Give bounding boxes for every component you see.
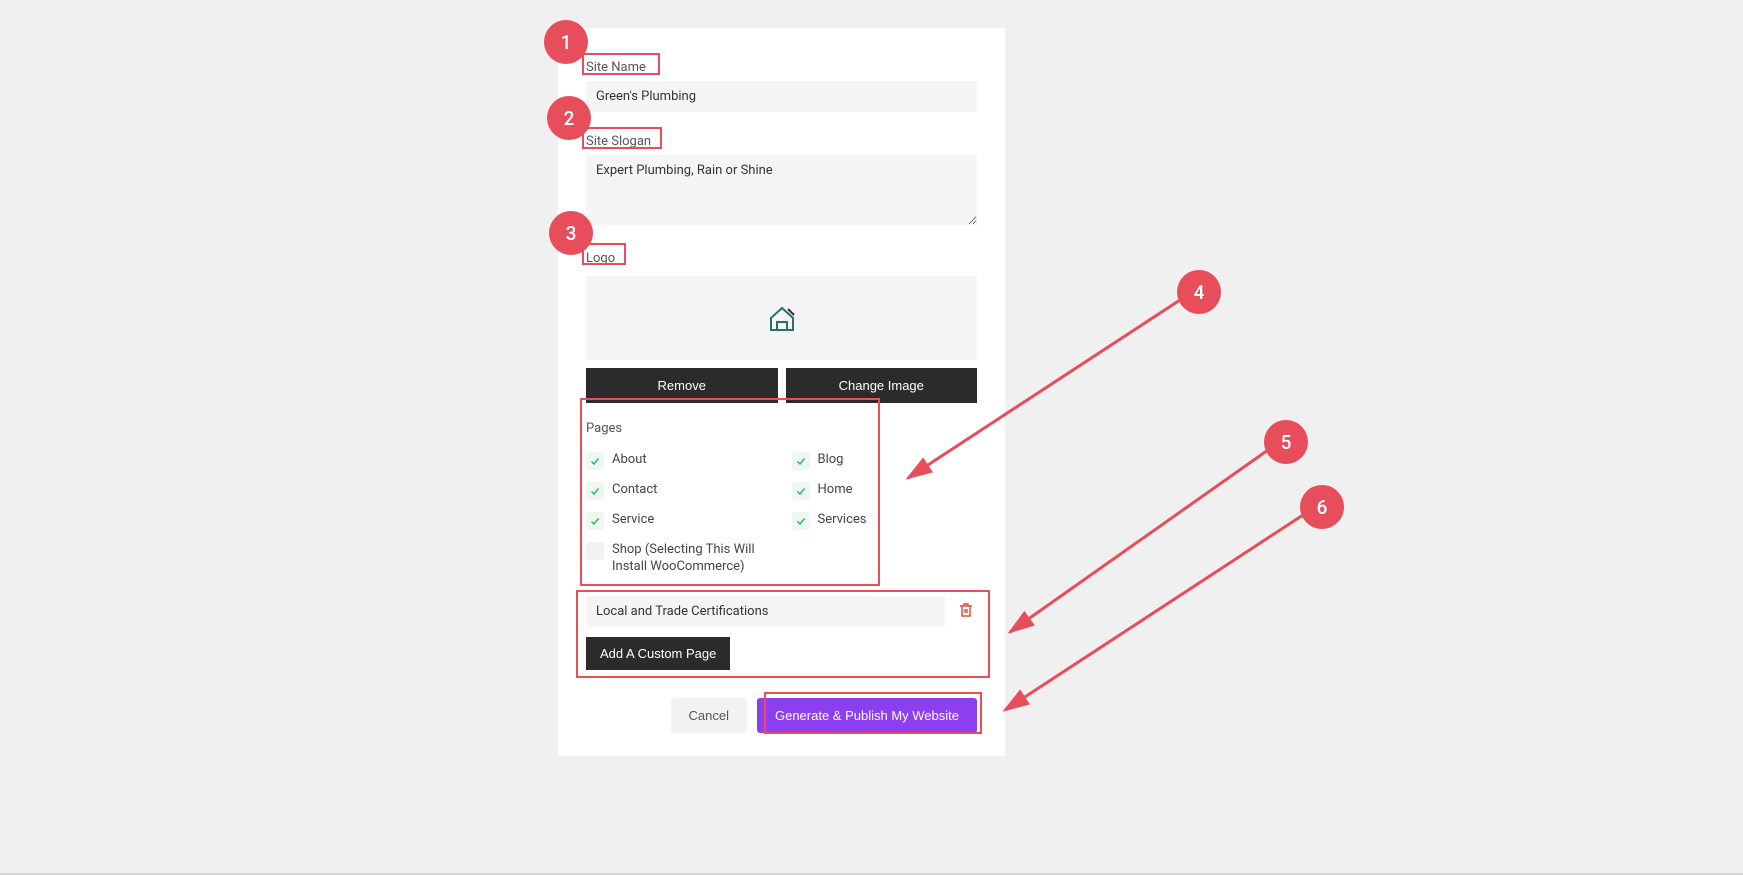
anno-num-3: 3 xyxy=(566,222,577,245)
page-label-contact: Contact xyxy=(612,482,657,499)
anno-num-1: 1 xyxy=(561,31,572,54)
site-slogan-block: Site Slogan xyxy=(586,130,977,229)
trash-icon xyxy=(959,602,973,618)
site-name-input[interactable] xyxy=(586,81,977,112)
logo-button-row: Remove Change Image xyxy=(586,368,977,403)
anno-num-2: 2 xyxy=(564,107,575,130)
page-label-home: Home xyxy=(818,482,853,499)
page-checkbox-home[interactable] xyxy=(792,482,810,500)
custom-page-input[interactable] xyxy=(586,596,945,627)
page-label-shop: Shop (Selecting This Will Install WooCom… xyxy=(612,542,772,576)
logo-preview xyxy=(586,276,977,360)
page-checkbox-shop[interactable] xyxy=(586,542,604,560)
cancel-button[interactable]: Cancel xyxy=(671,698,747,733)
page-checkbox-contact[interactable] xyxy=(586,482,604,500)
page-checkbox-about[interactable] xyxy=(586,452,604,470)
site-name-label: Site Name xyxy=(586,60,646,75)
page-checkbox-service[interactable] xyxy=(586,512,604,530)
page-label-about: About xyxy=(612,452,647,469)
page-checkbox-blog[interactable] xyxy=(792,452,810,470)
anno-circle-3: 3 xyxy=(549,211,593,255)
page-item-about: About xyxy=(586,452,772,470)
page-label-service: Service xyxy=(612,512,654,529)
pages-grid: About Blog Contact Home Service Services xyxy=(586,452,977,576)
anno-num-6: 6 xyxy=(1317,496,1328,519)
page-checkbox-services[interactable] xyxy=(792,512,810,530)
house-logo-icon xyxy=(767,304,797,332)
anno-circle-6: 6 xyxy=(1300,485,1344,529)
page-item-services: Services xyxy=(792,512,978,530)
anno-num-4: 4 xyxy=(1194,281,1205,304)
check-icon xyxy=(589,515,601,527)
check-icon xyxy=(795,455,807,467)
anno-num-5: 5 xyxy=(1281,431,1292,454)
page-item-blog: Blog xyxy=(792,452,978,470)
footer-row: Cancel Generate & Publish My Website xyxy=(586,698,977,733)
add-custom-page-button[interactable]: Add A Custom Page xyxy=(586,637,730,670)
anno-circle-4: 4 xyxy=(1177,270,1221,314)
settings-panel: Site Name Site Slogan Logo Remove Change… xyxy=(558,28,1005,756)
pages-block: Pages About Blog Contact Home Service xyxy=(586,417,977,576)
logo-label: Logo xyxy=(586,251,615,266)
page-label-services: Services xyxy=(818,512,867,529)
check-icon xyxy=(589,485,601,497)
anno-arrow-5 xyxy=(990,440,1285,645)
page-item-shop: Shop (Selecting This Will Install WooCom… xyxy=(586,542,772,576)
site-slogan-label: Site Slogan xyxy=(586,134,651,149)
site-slogan-input[interactable] xyxy=(586,155,977,225)
generate-publish-button[interactable]: Generate & Publish My Website xyxy=(757,698,977,733)
custom-page-row xyxy=(586,596,977,627)
delete-custom-page-button[interactable] xyxy=(955,598,977,625)
site-name-block: Site Name xyxy=(586,56,977,112)
change-image-button[interactable]: Change Image xyxy=(786,368,978,403)
check-icon xyxy=(589,455,601,467)
anno-circle-2: 2 xyxy=(547,96,591,140)
anno-circle-5: 5 xyxy=(1264,420,1308,464)
page-item-contact: Contact xyxy=(586,482,772,500)
page-item-service: Service xyxy=(586,512,772,530)
page-label-blog: Blog xyxy=(818,452,844,469)
page-item-home: Home xyxy=(792,482,978,500)
check-icon xyxy=(795,515,807,527)
pages-label: Pages xyxy=(586,421,622,436)
anno-circle-1: 1 xyxy=(544,20,588,64)
logo-block: Logo Remove Change Image xyxy=(586,247,977,403)
remove-button[interactable]: Remove xyxy=(586,368,778,403)
anno-arrow-6 xyxy=(985,505,1320,730)
check-icon xyxy=(795,485,807,497)
